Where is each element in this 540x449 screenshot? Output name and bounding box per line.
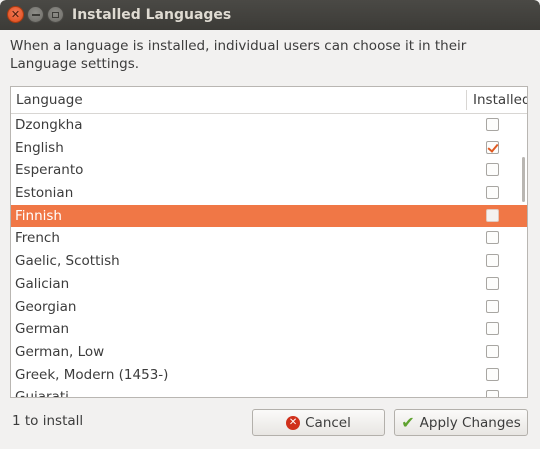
installed-checkbox[interactable] <box>486 367 499 381</box>
list-header: Language Installed <box>11 87 527 114</box>
maximize-icon <box>52 11 59 18</box>
install-status: 1 to install <box>12 413 84 429</box>
language-name: German <box>15 321 70 338</box>
installed-checkbox[interactable] <box>486 390 499 397</box>
minimize-icon <box>31 13 40 16</box>
language-name: Gaelic, Scottish <box>15 253 120 270</box>
apply-label: Apply Changes <box>419 414 521 431</box>
language-name: Estonian <box>15 185 74 202</box>
close-window-button[interactable]: ✕ <box>7 6 24 23</box>
close-icon: ✕ <box>10 8 21 21</box>
apply-changes-button[interactable]: ✔ Apply Changes <box>394 409 528 436</box>
column-divider <box>466 90 467 110</box>
installed-checkbox[interactable] <box>486 140 499 154</box>
language-name: French <box>15 230 60 247</box>
list-item[interactable]: Gaelic, Scottish <box>11 250 527 273</box>
language-name: Finnish <box>15 207 62 224</box>
column-header-installed[interactable]: Installed <box>473 87 527 113</box>
language-name: Dzongkha <box>15 117 83 133</box>
installed-checkbox[interactable] <box>486 118 499 131</box>
installed-languages-window: ✕ Installed Languages When a language is… <box>0 0 540 449</box>
list-item[interactable]: English <box>11 137 527 160</box>
window-title: Installed Languages <box>72 7 232 23</box>
cancel-icon: ✕ <box>286 415 301 430</box>
list-item[interactable]: Galician <box>11 273 527 296</box>
list-item[interactable]: Estonian <box>11 182 527 205</box>
installed-checkbox[interactable] <box>486 186 499 200</box>
scrollbar[interactable] <box>522 157 525 202</box>
installed-checkbox[interactable] <box>486 299 499 313</box>
cancel-button[interactable]: ✕ Cancel <box>252 409 385 436</box>
list-rows: Dzongkha English Esperanto Estonian Finnish F… <box>11 114 527 398</box>
installed-checkbox[interactable] <box>486 322 499 336</box>
installed-checkbox[interactable] <box>486 254 499 268</box>
cancel-label: Cancel <box>305 414 351 431</box>
language-name: Galician <box>15 275 70 292</box>
language-name: Gujarati <box>15 389 69 398</box>
language-name: Georgian <box>15 298 77 315</box>
list-item[interactable]: Esperanto <box>11 159 527 182</box>
language-name: Greek, Modern (1453-) <box>15 366 169 383</box>
installed-checkbox[interactable] <box>486 208 499 222</box>
description-text: When a language is installed, individual… <box>10 38 467 72</box>
installed-checkbox[interactable] <box>486 276 499 290</box>
list-item[interactable]: French <box>11 227 527 250</box>
maximize-window-button[interactable] <box>47 6 64 23</box>
installed-checkbox[interactable] <box>486 344 499 358</box>
list-item[interactable]: Georgian <box>11 296 527 319</box>
installed-checkbox[interactable] <box>486 231 499 245</box>
minimize-window-button[interactable] <box>27 6 44 23</box>
column-header-language[interactable]: Language <box>16 87 83 113</box>
language-name: English <box>15 139 64 156</box>
title-bar[interactable]: ✕ Installed Languages <box>0 0 540 30</box>
installed-checkbox[interactable] <box>486 163 499 177</box>
checkmark-icon: ✔ <box>401 412 415 432</box>
list-item[interactable]: German, Low <box>11 341 527 364</box>
language-list[interactable]: Language Installed Dzongkha English Espera… <box>10 86 528 398</box>
list-item[interactable]: Greek, Modern (1453-) <box>11 364 527 387</box>
list-item[interactable]: German <box>11 318 527 341</box>
list-item[interactable]: Gujarati <box>11 386 527 398</box>
language-name: German, Low <box>15 343 105 360</box>
language-name: Esperanto <box>15 162 84 179</box>
list-item[interactable]: Finnish <box>11 204 527 228</box>
list-item[interactable]: Dzongkha <box>11 114 527 137</box>
